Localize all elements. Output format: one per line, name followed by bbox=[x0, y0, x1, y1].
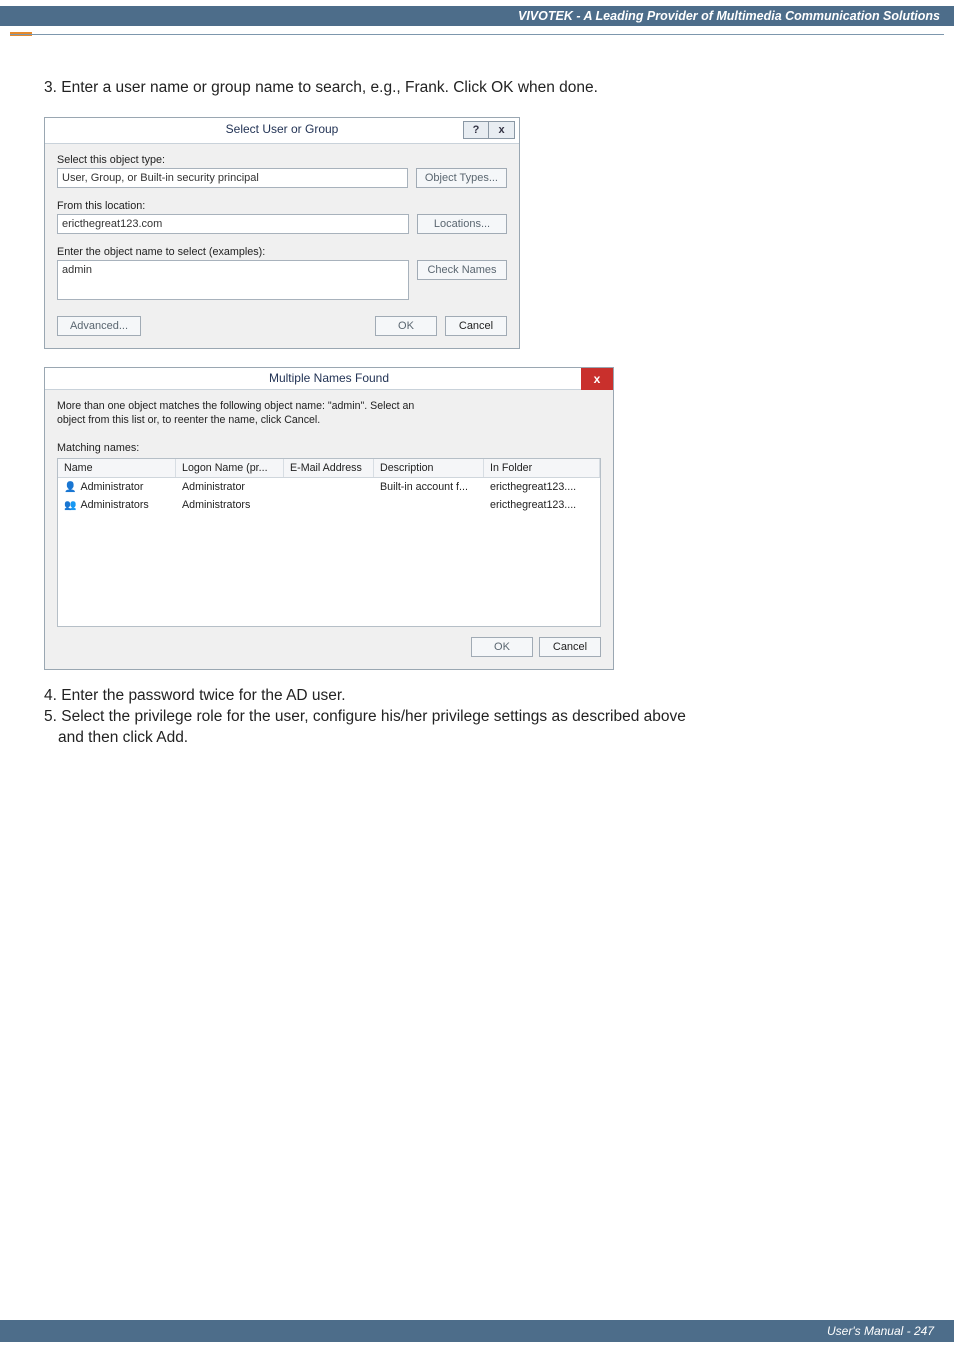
cell-email bbox=[284, 496, 374, 514]
list-item[interactable]: Administrator Administrator Built-in acc… bbox=[58, 478, 600, 496]
group-icon: Administrators bbox=[58, 496, 176, 514]
check-names-button[interactable]: Check Names bbox=[417, 260, 507, 280]
cell-logon: Administrator bbox=[176, 478, 284, 496]
label-enter-object-name: Enter the object name to select (example… bbox=[57, 246, 507, 258]
cell-in-folder: ericthegreat123.... bbox=[484, 478, 600, 496]
dialog-titlebar: Multiple Names Found x bbox=[45, 368, 613, 390]
label-matching-names: Matching names: bbox=[57, 442, 601, 454]
col-description[interactable]: Description bbox=[374, 459, 484, 477]
object-type-field bbox=[57, 168, 408, 188]
dialog-title: Multiple Names Found bbox=[269, 371, 389, 385]
select-user-or-group-dialog: Select User or Group ? x Select this obj… bbox=[44, 117, 520, 349]
examples-link[interactable]: examples bbox=[212, 246, 258, 258]
cell-description bbox=[374, 496, 484, 514]
help-text-line2: object from this list or, to reenter the… bbox=[57, 414, 601, 426]
step-5-text-line2: and then click Add. bbox=[44, 728, 910, 749]
close-icon[interactable]: x bbox=[489, 121, 515, 139]
list-header: Name Logon Name (pr... E-Mail Address De… bbox=[58, 459, 600, 478]
header-brand-text: VIVOTEK - A Leading Provider of Multimed… bbox=[518, 6, 940, 26]
close-icon[interactable]: x bbox=[581, 368, 613, 390]
cancel-button[interactable]: Cancel bbox=[539, 637, 601, 657]
step-3-text: 3. Enter a user name or group name to se… bbox=[44, 78, 910, 99]
object-types-button[interactable]: Object Types... bbox=[416, 168, 507, 188]
cell-email bbox=[284, 478, 374, 496]
dialog-title: Select User or Group bbox=[226, 122, 339, 136]
label-from-location: From this location: bbox=[57, 200, 507, 212]
col-logon[interactable]: Logon Name (pr... bbox=[176, 459, 284, 477]
label-enter-object-name-post: ): bbox=[259, 246, 266, 258]
col-in-folder[interactable]: In Folder bbox=[484, 459, 600, 477]
dialog-titlebar: Select User or Group ? x bbox=[45, 118, 519, 144]
multiple-names-found-dialog: Multiple Names Found x More than one obj… bbox=[44, 367, 614, 670]
locations-button[interactable]: Locations... bbox=[417, 214, 507, 234]
object-name-input[interactable]: admin bbox=[57, 260, 409, 300]
from-location-field bbox=[57, 214, 409, 234]
help-text-line1: More than one object matches the followi… bbox=[57, 400, 601, 412]
label-enter-object-name-pre: Enter the object name to select ( bbox=[57, 246, 212, 258]
step-5-text-line1: 5. Select the privilege role for the use… bbox=[44, 707, 910, 728]
footer-page-label: User's Manual - 247 bbox=[827, 1320, 934, 1342]
cell-description: Built-in account f... bbox=[374, 478, 484, 496]
list-empty-space bbox=[58, 514, 600, 626]
ok-button[interactable]: OK bbox=[375, 316, 437, 336]
label-select-object-type: Select this object type: bbox=[57, 154, 507, 166]
ok-button[interactable]: OK bbox=[471, 637, 533, 657]
col-name[interactable]: Name bbox=[58, 459, 176, 477]
matching-names-list[interactable]: Name Logon Name (pr... E-Mail Address De… bbox=[57, 458, 601, 627]
help-icon[interactable]: ? bbox=[463, 121, 489, 139]
header-rule bbox=[10, 34, 944, 35]
list-item[interactable]: Administrators Administrators ericthegre… bbox=[58, 496, 600, 514]
user-icon: Administrator bbox=[58, 478, 176, 496]
cell-logon: Administrators bbox=[176, 496, 284, 514]
page-header: VIVOTEK - A Leading Provider of Multimed… bbox=[0, 0, 954, 52]
col-email[interactable]: E-Mail Address bbox=[284, 459, 374, 477]
advanced-button[interactable]: Advanced... bbox=[57, 316, 141, 336]
cancel-button[interactable]: Cancel bbox=[445, 316, 507, 336]
cell-in-folder: ericthegreat123.... bbox=[484, 496, 600, 514]
page-content: 3. Enter a user name or group name to se… bbox=[0, 52, 954, 749]
step-4-text: 4. Enter the password twice for the AD u… bbox=[44, 686, 910, 707]
footer-band bbox=[0, 1320, 954, 1342]
